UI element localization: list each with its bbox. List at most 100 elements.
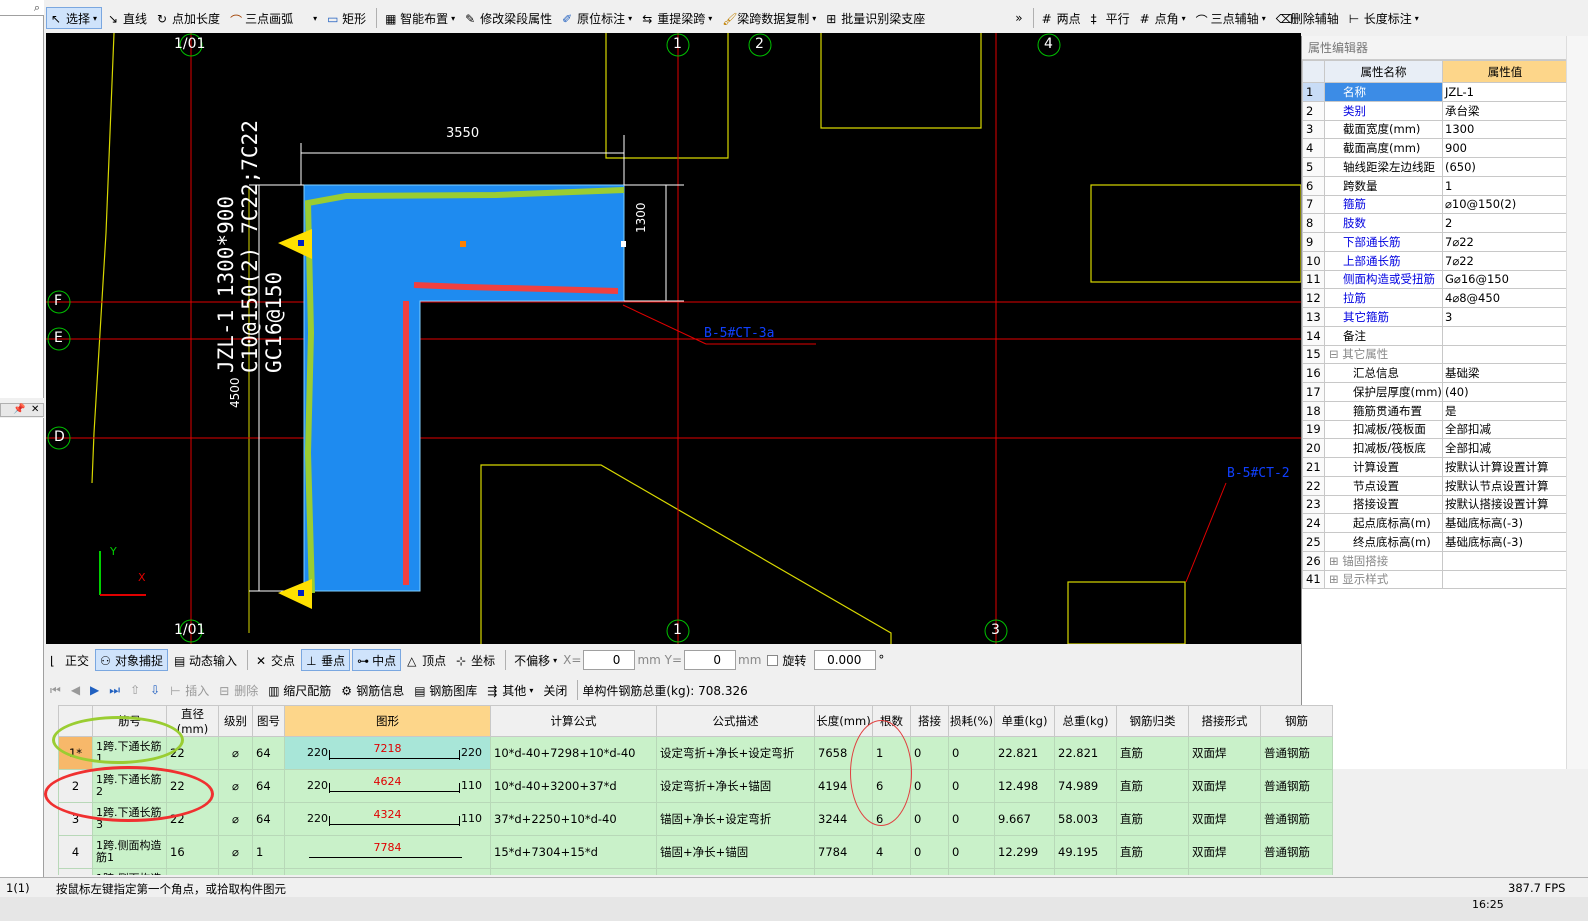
- property-scrollbar[interactable]: [1566, 36, 1588, 769]
- cell-fig[interactable]: 64: [252, 769, 285, 803]
- vertex-snap[interactable]: △ 顶点: [403, 649, 450, 671]
- cell-loss[interactable]: 0: [948, 736, 995, 770]
- cell-lap[interactable]: 0: [910, 802, 949, 836]
- property-value[interactable]: 基础底标高(-3): [1442, 513, 1568, 533]
- cell-unit-w[interactable]: 22.821: [994, 736, 1055, 770]
- property-row[interactable]: 1 名称 JZL-1: [1302, 82, 1568, 102]
- search-icon[interactable]: ⌕: [34, 1, 40, 15]
- cell-fig[interactable]: 64: [252, 736, 285, 770]
- two-point-axis-button[interactable]: # 两点: [1038, 7, 1085, 29]
- next-record-button[interactable]: ▶: [86, 679, 103, 701]
- cell-formula[interactable]: 37*d+2250+10*d-40: [490, 802, 657, 836]
- insert-button[interactable]: ⊢ 插入: [166, 679, 213, 701]
- property-row[interactable]: 9 下部通长筋 7⌀22: [1302, 232, 1568, 252]
- property-row[interactable]: 10 上部通长筋 7⌀22: [1302, 250, 1568, 271]
- property-row[interactable]: 20 扣减板/筏板底 全部扣减: [1302, 438, 1568, 458]
- cell-len[interactable]: 7784: [814, 835, 873, 869]
- property-row[interactable]: 14 备注: [1302, 325, 1568, 346]
- perpendicular-snap[interactable]: ⊥ 垂点: [301, 649, 351, 671]
- property-row[interactable]: 4 截面高度(mm) 900: [1302, 138, 1568, 158]
- cell-grade[interactable]: ⌀: [218, 769, 253, 803]
- toolbar-more-button[interactable]: »: [1011, 7, 1026, 29]
- property-value[interactable]: 2: [1442, 213, 1568, 233]
- property-value[interactable]: [1442, 344, 1568, 365]
- span-data-copy-button[interactable]: 🖌 梁跨数据复制 ▾: [718, 7, 820, 29]
- property-value[interactable]: 按默认搭接设置计算: [1442, 494, 1568, 515]
- property-value[interactable]: 1: [1442, 175, 1568, 196]
- cell-name[interactable]: 1跨.侧面构造筋2: [92, 868, 167, 875]
- close-icon[interactable]: ✕: [31, 404, 39, 415]
- property-row[interactable]: 19 扣减板/筏板面 全部扣减: [1302, 419, 1568, 440]
- table-row[interactable]: 4 1跨.侧面构造筋1 16 ⌀ 1 7784 15*d+7304+15*d 锚固+净长+锚固…: [58, 835, 1333, 869]
- property-row[interactable]: 7 箍筋 ⌀10@150(2): [1302, 194, 1568, 215]
- property-row[interactable]: 3 截面宽度(mm) 1300: [1302, 119, 1568, 140]
- cell-unit-w[interactable]: 9.667: [994, 802, 1055, 836]
- cell-grade[interactable]: ⌀: [218, 802, 253, 836]
- property-value[interactable]: (650): [1442, 157, 1568, 177]
- property-row[interactable]: 16 汇总信息 基础梁: [1302, 363, 1568, 383]
- intersection-snap[interactable]: ✕ 交点: [252, 649, 299, 671]
- cell-formula[interactable]: 10*d-40+3200+37*d: [490, 769, 657, 803]
- grid-column-header[interactable]: 损耗(%): [948, 705, 995, 737]
- cell-formula[interactable]: 15*d+3850+15*d: [490, 868, 657, 875]
- property-row[interactable]: 12 拉筋 4⌀8@450: [1302, 288, 1568, 308]
- move-down-button[interactable]: ⇩: [146, 679, 164, 701]
- ortho-toggle[interactable]: ⌊ 正交: [46, 649, 93, 671]
- rebar-shape-cell[interactable]: 220 7218 220: [284, 736, 491, 770]
- property-row[interactable]: 21 计算设置 按默认计算设置计算: [1302, 457, 1568, 477]
- property-row[interactable]: 23 搭接设置 按默认搭接设置计算: [1302, 494, 1568, 515]
- row-number[interactable]: 4: [58, 835, 93, 869]
- property-row[interactable]: 26 ⊞ 锚固搭接: [1302, 550, 1568, 571]
- cell-desc[interactable]: 设定弯折+净长+设定弯折: [656, 736, 815, 770]
- cell-type[interactable]: 普通钢筋: [1260, 868, 1333, 875]
- rectangle-button[interactable]: ▭ 矩形: [323, 7, 370, 29]
- cell-fig[interactable]: 1: [252, 868, 285, 875]
- property-value[interactable]: 全部扣减: [1442, 419, 1568, 440]
- cell-total-w[interactable]: 27.366: [1054, 868, 1117, 875]
- table-row[interactable]: 1* 1跨.下通长筋1 22 ⌀ 64 220 7218 220 10*d-40+7298+10…: [58, 736, 1333, 770]
- property-row[interactable]: 24 起点底标高(m) 基础底标高(-3): [1302, 513, 1568, 533]
- grid-column-header[interactable]: 公式描述: [656, 705, 815, 737]
- property-value[interactable]: [1442, 550, 1568, 571]
- property-value[interactable]: 基础底标高(-3): [1442, 532, 1568, 552]
- drawing-canvas[interactable]: 1/01 1 2 4 1/01 1 3 F E D 3550 1300 4500…: [46, 33, 1301, 644]
- cell-loss[interactable]: 0: [948, 835, 995, 869]
- property-value[interactable]: JZL-1: [1442, 82, 1568, 102]
- cell-count[interactable]: 4: [872, 835, 911, 869]
- property-value[interactable]: G⌀16@150: [1442, 269, 1568, 290]
- property-value[interactable]: (40): [1442, 382, 1568, 402]
- grid-column-header[interactable]: 总重(kg): [1054, 705, 1117, 737]
- grid-column-header[interactable]: 搭接: [910, 705, 949, 737]
- cell-cls[interactable]: 直筋: [1116, 769, 1189, 803]
- property-row[interactable]: 8 肢数 2: [1302, 213, 1568, 233]
- row-number[interactable]: 5: [58, 868, 93, 875]
- cell-desc[interactable]: 设定弯折+净长+锚固: [656, 769, 815, 803]
- property-value[interactable]: [1442, 569, 1568, 590]
- property-row[interactable]: 6 跨数量 1: [1302, 175, 1568, 196]
- property-value[interactable]: 3: [1442, 307, 1568, 327]
- property-value[interactable]: 承台梁: [1442, 100, 1568, 121]
- property-row[interactable]: 17 保护层厚度(mm) (40): [1302, 382, 1568, 402]
- property-row[interactable]: 18 箍筋贯通布置是: [1302, 400, 1568, 421]
- grid-column-header[interactable]: 钢筋归类: [1116, 705, 1189, 737]
- cell-lap-type[interactable]: 双面焊: [1188, 769, 1261, 803]
- left-search-box[interactable]: ⌕: [0, 0, 44, 16]
- delete-axis-button[interactable]: ⌫ 删除辅轴: [1272, 7, 1343, 29]
- cell-grade[interactable]: ⌀: [218, 868, 253, 875]
- property-row[interactable]: 2 类别 承台梁: [1302, 100, 1568, 121]
- x-input[interactable]: 0: [583, 650, 636, 670]
- property-row[interactable]: 25 终点底标高(m) 基础底标高(-3): [1302, 532, 1568, 552]
- table-row[interactable]: 3 1跨.下通长筋3 22 ⌀ 64 220 4324 110 37*d+2250+10*d-4…: [58, 802, 1333, 836]
- cell-lap-type[interactable]: 双面焊: [1188, 868, 1261, 875]
- offset-mode-select[interactable]: 不偏移 ▾: [510, 649, 561, 671]
- cell-desc[interactable]: 锚固+净长+设定弯折: [656, 802, 815, 836]
- last-record-button[interactable]: ⏭: [105, 679, 124, 701]
- cell-type[interactable]: 普通钢筋: [1260, 769, 1333, 803]
- cell-fig[interactable]: 64: [252, 802, 285, 836]
- cell-d[interactable]: 16: [166, 868, 219, 875]
- grid-column-header[interactable]: 图形: [284, 705, 491, 737]
- three-point-arc-button[interactable]: ⌒ 三点画弧 ▾: [226, 7, 321, 29]
- point-length-button[interactable]: ↻ 点加长度: [153, 7, 224, 29]
- rebar-shape-cell[interactable]: 220 4324 110: [284, 802, 491, 836]
- dynamic-input-toggle[interactable]: ▤ 动态输入: [170, 649, 241, 671]
